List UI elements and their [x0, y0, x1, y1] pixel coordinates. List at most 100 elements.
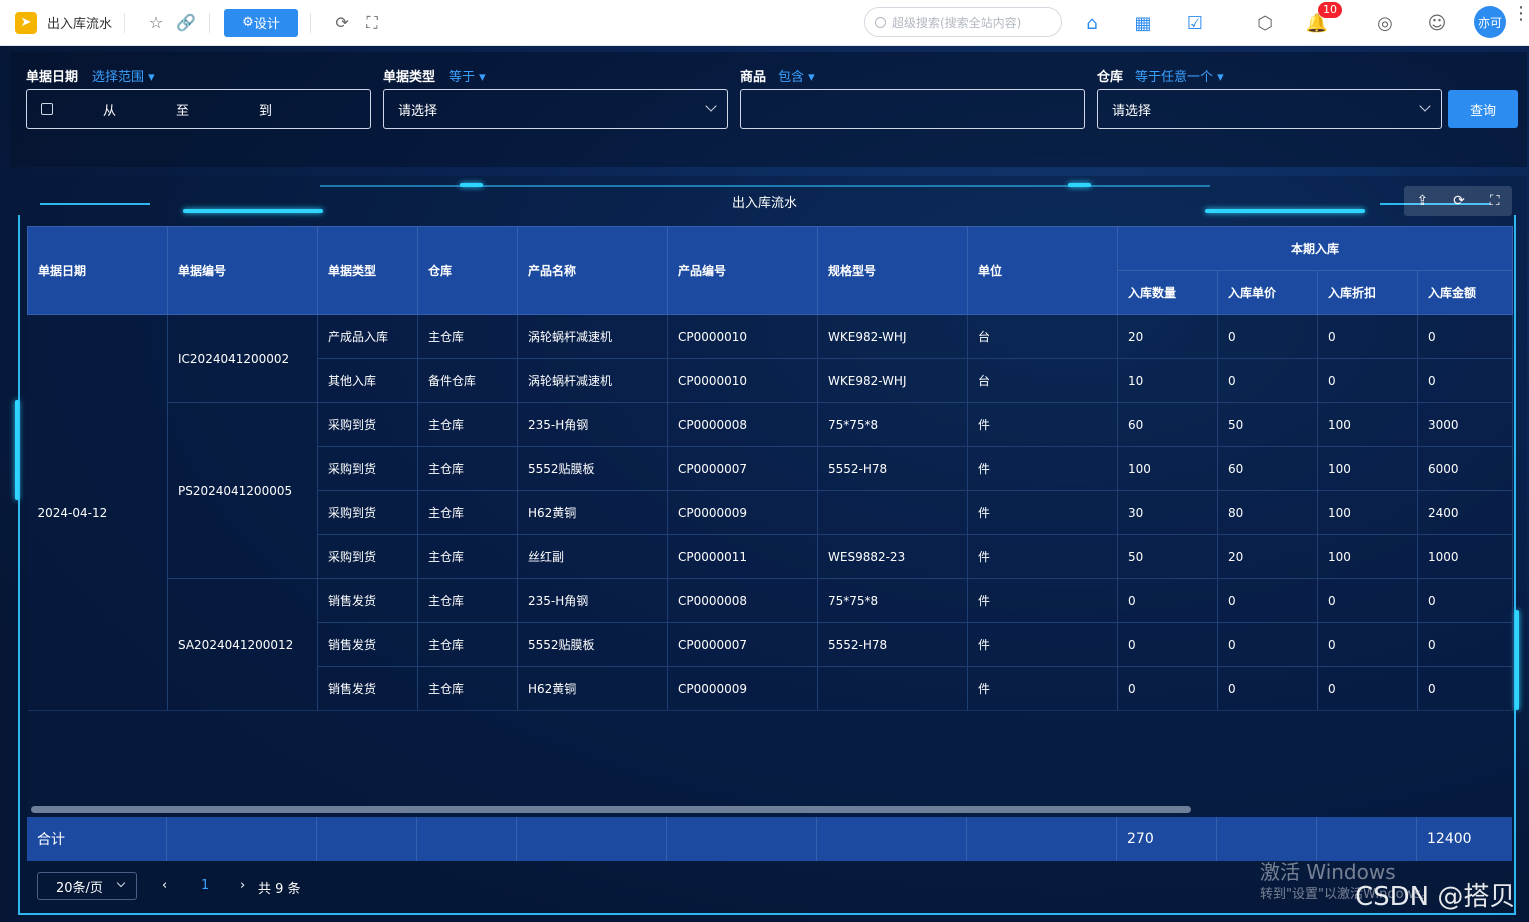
header-cell[interactable]: 单据编号: [167, 226, 318, 315]
query-button[interactable]: 查询: [1448, 90, 1518, 128]
frame-border: [18, 913, 1516, 915]
table-row[interactable]: PS2024041200005 采购到货 主仓库 235-H角钢 CP0000008 75…: [28, 402, 1513, 579]
cell-product-code: CP0000007: [667, 622, 818, 667]
date-range-picker[interactable]: 从 至 到: [26, 89, 371, 129]
cell-warehouse: 备件仓库: [417, 358, 518, 403]
cell-warehouse: 主仓库: [417, 578, 518, 623]
header-cell[interactable]: 入库单价: [1217, 270, 1318, 315]
home-icon[interactable]: ⌂: [1079, 10, 1105, 36]
cell-doc-no: PS2024041200005: [167, 402, 318, 579]
cell-unit: 件: [967, 446, 1118, 491]
filter-type-label: 单据类型: [383, 70, 436, 85]
cell-in-discount: 0: [1317, 666, 1418, 711]
table-row[interactable]: 2024-04-12 IC2024041200002 产成品入库 主仓库 涡轮蜗杆减速机…: [27, 314, 1513, 711]
flow-table: 单据日期 单据编号 单据类型 仓库 产品名称 产品编号 规格型号 单位 本期入库…: [27, 226, 1513, 711]
cell-unit: 台: [967, 314, 1118, 359]
calendar-icon: [41, 103, 53, 115]
cell-in-price: 0: [1217, 358, 1318, 403]
compass-icon[interactable]: ◎: [1372, 10, 1398, 36]
cell-in-price: 50: [1217, 402, 1318, 447]
cell-spec: WKE982-WHJ: [817, 314, 968, 359]
cell-in-price: 0: [1217, 314, 1318, 359]
header-cell[interactable]: 产品编号: [667, 226, 818, 315]
divider: [124, 12, 126, 33]
settings-icon[interactable]: ⬡: [1252, 10, 1278, 36]
cell-in-discount: 100: [1317, 402, 1418, 447]
cell-in-discount: 0: [1317, 622, 1418, 667]
filter-product-operator[interactable]: 包含 ▾: [778, 66, 815, 85]
cell-in-discount: 100: [1317, 490, 1418, 535]
cell-in-discount: 100: [1317, 446, 1418, 491]
task-icon[interactable]: ☑: [1182, 10, 1208, 36]
header-cell[interactable]: 单据日期: [27, 226, 168, 315]
header-cell[interactable]: 入库金额: [1417, 270, 1513, 315]
header-cell[interactable]: 规格型号: [817, 226, 968, 315]
cell-in-discount: 0: [1317, 578, 1418, 623]
footer-cell: [1317, 817, 1417, 861]
page-size-select[interactable]: 20条/页: [37, 872, 137, 900]
cell-product-name: 涡轮蜗杆减速机: [517, 314, 668, 359]
horizontal-scrollbar[interactable]: [31, 806, 1191, 813]
table-row[interactable]: SA2024041200012 销售发货 主仓库 235-H角钢 CP0000008 75…: [28, 578, 1513, 711]
star-icon[interactable]: ☆: [145, 12, 167, 34]
apps-icon[interactable]: ▦: [1130, 10, 1156, 36]
user-icon[interactable]: ☺: [1424, 10, 1450, 36]
doc-type-placeholder: 请选择: [398, 103, 438, 119]
frame-border: [18, 215, 20, 915]
cell-spec: [817, 666, 968, 711]
cell-in-amount: 0: [1417, 622, 1513, 667]
export-icon[interactable]: ⇪: [1416, 193, 1428, 209]
design-button[interactable]: ⚙ 设计: [224, 8, 299, 37]
doc-type-select[interactable]: 请选择: [383, 89, 728, 129]
notification-badge: 10: [1318, 2, 1342, 18]
cell-in-price: 0: [1217, 666, 1318, 711]
more-icon[interactable]: ⋮: [1512, 5, 1529, 23]
link-icon[interactable]: 🔗: [175, 12, 197, 34]
footer-cell: [667, 817, 817, 861]
cell-product-name: 5552贴膜板: [517, 446, 668, 491]
cell-doc-type: 销售发货: [317, 578, 418, 623]
footer-cell: [817, 817, 967, 861]
header-cell[interactable]: 入库折扣: [1317, 270, 1418, 315]
avatar[interactable]: 亦可: [1474, 6, 1506, 38]
cell-in-qty: 100: [1117, 446, 1218, 491]
cell-doc-date: 2024-04-12: [27, 314, 168, 711]
filter-type-operator[interactable]: 等于 ▾: [449, 66, 486, 85]
cell-warehouse: 主仓库: [417, 666, 518, 711]
refresh-icon[interactable]: ⟳: [331, 12, 353, 34]
filter-warehouse-operator[interactable]: 等于任意一个 ▾: [1135, 66, 1224, 85]
panel-title: 出入库流水: [731, 196, 797, 211]
next-page-icon[interactable]: ›: [240, 878, 245, 893]
global-search-input[interactable]: 超级搜索(搜索全站内容): [864, 7, 1062, 37]
header-cell[interactable]: 入库数量: [1117, 270, 1218, 315]
csdn-watermark: CSDN @搭贝: [1355, 882, 1516, 912]
filter-date-operator[interactable]: 选择范围 ▾: [92, 66, 155, 85]
cell-product-code: CP0000007: [667, 446, 818, 491]
cell-in-qty: 30: [1117, 490, 1218, 535]
prev-page-icon[interactable]: ‹: [162, 878, 167, 893]
date-middle: 至: [176, 103, 190, 119]
cell-spec: 75*75*8: [817, 578, 968, 623]
fullscreen-icon[interactable]: ⛶: [361, 12, 383, 34]
cell-spec: WKE982-WHJ: [817, 358, 968, 403]
cell-doc-type: 销售发货: [317, 666, 418, 711]
product-input[interactable]: [740, 89, 1085, 129]
warehouse-select[interactable]: 请选择: [1097, 89, 1442, 129]
header-cell[interactable]: 仓库: [417, 226, 518, 315]
cell-warehouse: 主仓库: [417, 314, 518, 359]
expand-icon[interactable]: ⛶: [1490, 193, 1500, 209]
cell-in-price: 0: [1217, 622, 1318, 667]
cell-in-price: 0: [1217, 578, 1318, 623]
cell-product-name: 235-H角钢: [517, 402, 668, 447]
total-count: 共 9 条: [258, 882, 301, 897]
header-cell[interactable]: 单位: [967, 226, 1118, 315]
header-cell[interactable]: 产品名称: [517, 226, 668, 315]
header-cell[interactable]: 单据类型: [317, 226, 418, 315]
reload-icon[interactable]: ⟳: [1453, 193, 1465, 209]
cell-in-price: 60: [1217, 446, 1318, 491]
cell-doc-type: 产成品入库: [317, 314, 418, 359]
page-number-current[interactable]: 1: [201, 878, 209, 893]
table-footer-row: 合计 270 12400: [27, 817, 1512, 861]
top-bar: ➤ 出入库流水 ☆ 🔗 ⚙ 设计 ⟳ ⛶: [0, 0, 1529, 46]
footer-label: 合计: [27, 817, 167, 861]
